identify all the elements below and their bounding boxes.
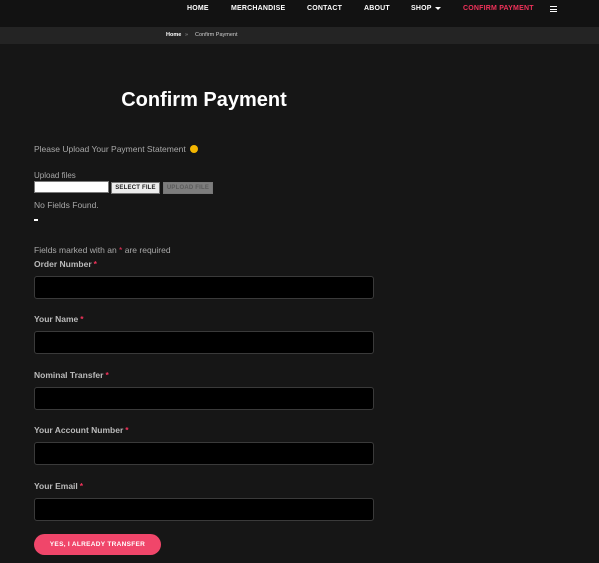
nav-shop[interactable]: SHOP [411,5,441,12]
divider-dash [34,219,38,221]
required-note-prefix: Fields marked with an [34,245,117,255]
upload-files-label: Upload files [34,171,76,180]
nav-shop-label: SHOP [411,5,432,12]
nav-home[interactable]: HOME [187,5,209,12]
order-number-field[interactable] [34,276,374,299]
no-fields-message: No Fields Found. [34,200,99,210]
nav-merchandise[interactable]: MERCHANDISE [231,5,285,12]
your-name-label: Your Name * [34,314,84,324]
account-number-field[interactable] [34,442,374,465]
breadcrumb: Home » Confirm Payment [0,27,599,44]
required-mark: * [80,314,84,324]
your-email-label-text: Your Email [34,481,78,491]
required-mark: * [93,259,97,269]
nav-about[interactable]: ABOUT [364,5,390,12]
nominal-transfer-label: Nominal Transfer * [34,370,109,380]
your-email-field[interactable] [34,498,374,521]
upload-instructions: Please Upload Your Payment Statement [34,144,199,154]
page-title: Confirm Payment [121,89,287,111]
required-note-star: * [119,245,123,255]
required-mark: * [105,370,109,380]
breadcrumb-home-link[interactable]: Home [166,32,181,38]
breadcrumb-current: Confirm Payment [195,32,238,38]
nav-contact[interactable]: CONTACT [307,5,342,12]
upload-instructions-text: Please Upload Your Payment Statement [34,144,186,154]
nav-confirm-payment[interactable]: CONFIRM PAYMENT [463,5,534,12]
your-email-label: Your Email * [34,481,83,491]
upload-file-button: UPLOAD FILE [163,182,213,194]
nominal-transfer-field[interactable] [34,387,374,410]
file-name-field[interactable] [34,181,109,193]
caret-down-icon [434,6,441,10]
account-number-label: Your Account Number * [34,425,129,435]
required-mark: * [125,425,129,435]
hamburger-menu-icon[interactable] [550,6,557,13]
submit-transfer-button[interactable]: YES, I ALREADY TRANSFER [34,534,161,555]
your-name-label-text: Your Name [34,314,79,324]
nominal-transfer-label-text: Nominal Transfer [34,370,104,380]
required-note-suffix: are required [124,245,171,255]
top-navigation: HOME MERCHANDISE CONTACT ABOUT SHOP CONF… [0,0,599,27]
order-number-label: Order Number * [34,259,97,269]
select-file-button[interactable]: SELECT FILE [111,182,160,194]
required-mark: * [79,481,84,491]
breadcrumb-separator: » [185,32,189,38]
account-number-label-text: Your Account Number [34,425,124,435]
order-number-label-text: Order Number [34,259,92,269]
required-fields-note: Fields marked with an * are required [34,245,171,255]
your-name-field[interactable] [34,331,374,354]
smiley-emoji-icon [190,145,199,153]
